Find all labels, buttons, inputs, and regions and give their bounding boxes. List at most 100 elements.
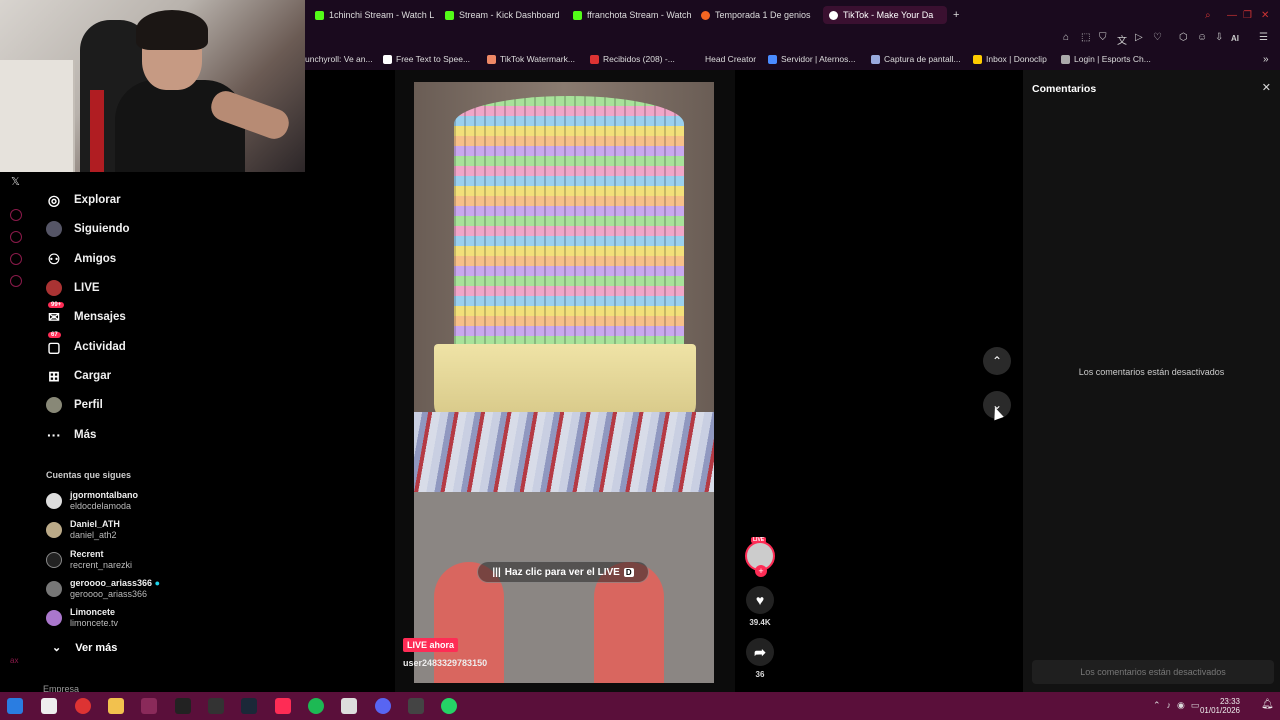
notifications-icon[interactable]: 🔔︎ bbox=[1261, 699, 1274, 710]
bookmark-item[interactable]: Login | Esports Ch... bbox=[1061, 54, 1151, 64]
live-icon bbox=[46, 280, 62, 296]
bookmark-icon[interactable]: ⌂ bbox=[1063, 32, 1069, 43]
following-item[interactable]: Daniel_ATH daniel_ath2 bbox=[46, 519, 120, 541]
app-icon[interactable] bbox=[408, 698, 424, 714]
spotify-icon[interactable] bbox=[308, 698, 324, 714]
avatar bbox=[46, 552, 62, 568]
live-bars-icon: ||| bbox=[492, 566, 501, 578]
ai-button[interactable]: AI bbox=[1231, 34, 1239, 43]
windows-start-icon[interactable] bbox=[7, 698, 23, 714]
following-item[interactable]: Recrent recrent_narezki bbox=[46, 549, 132, 571]
crunchyroll-icon bbox=[701, 10, 710, 20]
new-tab-button[interactable]: + bbox=[953, 6, 965, 24]
bookmark-item[interactable]: Servidor | Aternos... bbox=[768, 54, 856, 64]
translate-icon[interactable]: 文 bbox=[1117, 32, 1127, 47]
steam-icon[interactable] bbox=[241, 698, 257, 714]
avatar-icon bbox=[46, 221, 62, 237]
share-icon[interactable]: ➦ bbox=[746, 638, 774, 666]
nav-cargar[interactable]: ⊞ Cargar bbox=[46, 368, 111, 384]
rail-circle-icon[interactable] bbox=[10, 209, 22, 221]
follow-plus-icon[interactable]: + bbox=[755, 565, 767, 577]
screenshot-icon[interactable]: ⬚ bbox=[1081, 32, 1090, 43]
left-rail: 𝕏 ax bbox=[0, 172, 32, 692]
profile-icon bbox=[46, 397, 62, 413]
messages-badge: 99+ bbox=[48, 302, 65, 308]
app-icon[interactable] bbox=[341, 698, 357, 714]
clock[interactable]: 23:33 01/01/2026 bbox=[1200, 697, 1240, 715]
shield-icon[interactable]: ⛉ bbox=[1099, 32, 1107, 43]
nav-actividad[interactable]: ▢ 67 Actividad bbox=[46, 332, 126, 355]
rail-settings-icon[interactable] bbox=[10, 275, 22, 287]
nav-live[interactable]: LIVE bbox=[46, 280, 100, 296]
video-player[interactable]: ||| Haz clic para ver el LIVE D bbox=[414, 82, 714, 683]
comment-input[interactable]: Los comentarios están desactivados bbox=[1032, 660, 1274, 684]
bookmark-item[interactable]: Recibidos (208) -... bbox=[590, 54, 675, 64]
following-item[interactable]: Limoncete limoncete.tv bbox=[46, 607, 118, 629]
calendar-icon[interactable] bbox=[41, 698, 57, 714]
bookmark-item[interactable]: Free Text to Spee... bbox=[383, 54, 470, 64]
nav-mas[interactable]: ··· Más bbox=[46, 427, 96, 443]
x-icon[interactable]: 𝕏 bbox=[11, 175, 20, 188]
whatsapp-icon[interactable] bbox=[441, 698, 457, 714]
discord-icon[interactable] bbox=[375, 698, 391, 714]
heart-icon[interactable]: ♡ bbox=[1153, 32, 1162, 43]
webcam-overlay bbox=[0, 0, 305, 172]
app-icon[interactable] bbox=[141, 698, 157, 714]
download-icon[interactable]: ⇩ bbox=[1215, 32, 1223, 43]
tab-1[interactable]: 1chinchi Stream - Watch L bbox=[315, 6, 437, 24]
nav-explorar[interactable]: ◎ Explorar bbox=[46, 192, 121, 208]
like-action[interactable]: ♥ 39.4K bbox=[745, 586, 775, 627]
tab-3[interactable]: ffranchota Stream - Watch bbox=[573, 6, 695, 24]
system-tray-icons[interactable]: ⌃♪◉▭ bbox=[1153, 700, 1205, 711]
close-icon[interactable]: ✕ bbox=[1262, 81, 1271, 94]
app-icon[interactable] bbox=[208, 698, 224, 714]
bookmark-item[interactable]: Inbox | Donoclip bbox=[973, 54, 1047, 64]
bookmark-item[interactable]: Head Creator bbox=[705, 54, 756, 64]
live-now-badge[interactable]: LIVE ahora bbox=[403, 638, 459, 652]
opera-icon[interactable] bbox=[75, 698, 91, 714]
more-icon: ··· bbox=[47, 427, 61, 443]
tab-4[interactable]: Temporada 1 De genios y bbox=[701, 6, 813, 24]
bookmark-item[interactable]: unchyroll: Ve an... bbox=[305, 54, 373, 64]
upload-icon: ⊞ bbox=[48, 367, 60, 384]
see-more-button[interactable]: ⌄ Ver más bbox=[52, 641, 117, 655]
rail-chat-icon[interactable] bbox=[10, 253, 22, 265]
following-item[interactable]: geroooo_ariass366 ● geroooo_ariass366 bbox=[46, 578, 160, 600]
following-item[interactable]: jgormontalbano eldocdelamoda bbox=[46, 490, 138, 512]
profile-icon[interactable]: ☺ bbox=[1197, 32, 1207, 43]
bookmark-item[interactable]: Captura de pantall... bbox=[871, 54, 961, 64]
tiktok-studio-icon[interactable] bbox=[275, 698, 291, 714]
minimize-icon[interactable]: — bbox=[1227, 6, 1237, 24]
avatar bbox=[46, 610, 62, 626]
browser-tab-bar: 1chinchi Stream - Watch L Stream - Kick … bbox=[305, 0, 1280, 30]
tab-tiktok-active[interactable]: TikTok - Make Your Da bbox=[823, 6, 947, 24]
pen-icon bbox=[871, 54, 880, 64]
epic-games-icon[interactable] bbox=[175, 698, 191, 714]
comments-disabled-message: Los comentarios están desactivados bbox=[1078, 367, 1225, 377]
close-window-icon[interactable]: ✕ bbox=[1261, 6, 1269, 24]
folder-icon[interactable] bbox=[108, 698, 124, 714]
nav-amigos[interactable]: ⚇ Amigos bbox=[46, 251, 116, 267]
avatar bbox=[46, 581, 62, 597]
search-icon[interactable]: ⌕ bbox=[1205, 6, 1211, 24]
nav-siguiendo[interactable]: Siguiendo bbox=[46, 221, 130, 237]
nav-perfil[interactable]: Perfil bbox=[46, 397, 103, 413]
bookmark-item[interactable]: TikTok Watermark... bbox=[487, 54, 575, 64]
previous-video-button[interactable]: ⌃ bbox=[983, 347, 1011, 375]
heart-icon[interactable]: ♥ bbox=[746, 586, 774, 614]
nav-mensajes[interactable]: ✉ 99+ Mensajes bbox=[46, 302, 126, 325]
avatar bbox=[46, 522, 62, 538]
extensions-icon[interactable]: ⬡ bbox=[1179, 32, 1188, 43]
play-icon[interactable]: ▷ bbox=[1135, 32, 1143, 43]
video-author[interactable]: user2483329783150 bbox=[403, 658, 487, 668]
share-action[interactable]: ➦ 36 bbox=[745, 638, 775, 679]
watch-live-button[interactable]: ||| Haz clic para ver el LIVE D bbox=[477, 561, 649, 583]
maximize-icon[interactable]: ❐ bbox=[1243, 6, 1252, 24]
kick-icon bbox=[315, 10, 324, 20]
more-bookmarks-icon[interactable]: » bbox=[1263, 54, 1269, 65]
tab-2[interactable]: Stream - Kick Dashboard bbox=[445, 6, 565, 24]
menu-icon[interactable]: ☰ bbox=[1259, 32, 1268, 43]
rail-ax-icon[interactable]: ax bbox=[10, 656, 18, 665]
creator-live-avatar[interactable]: LIVE + bbox=[745, 537, 775, 577]
rail-clock-icon[interactable] bbox=[10, 231, 22, 243]
